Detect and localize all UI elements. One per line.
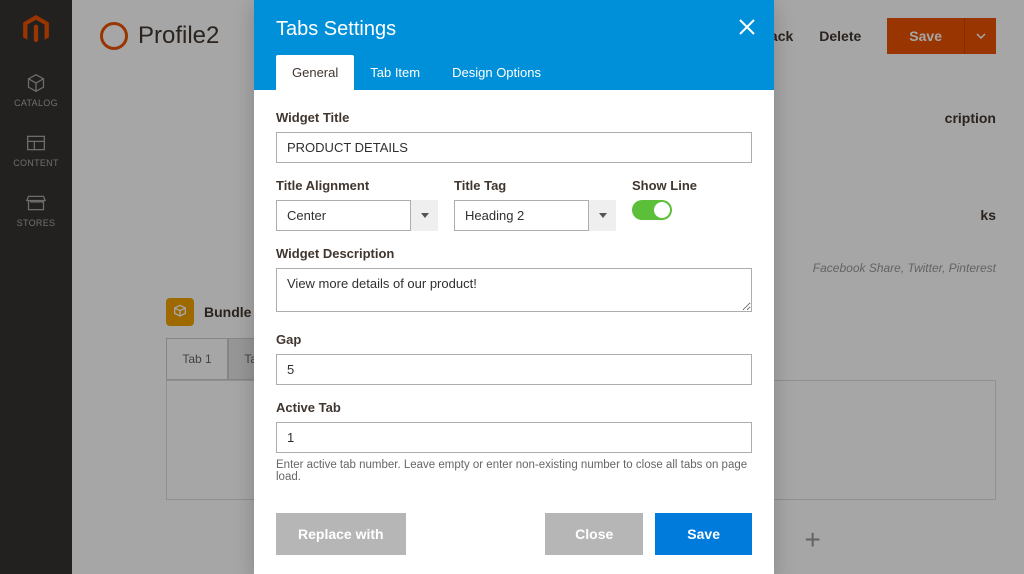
modal-tabs: General Tab Item Design Options	[276, 55, 752, 90]
title-tag-select[interactable]	[454, 200, 616, 231]
active-tab-input[interactable]	[276, 422, 752, 453]
modal-tab-design[interactable]: Design Options	[436, 55, 557, 90]
widget-title-label: Widget Title	[276, 110, 752, 125]
modal-footer: Replace with Close Save	[254, 499, 774, 574]
close-button[interactable]: Close	[545, 513, 643, 555]
modal-header: Tabs Settings General Tab Item Design Op…	[254, 0, 774, 90]
title-alignment-select[interactable]	[276, 200, 438, 231]
tabs-settings-modal: Tabs Settings General Tab Item Design Op…	[254, 0, 774, 574]
replace-with-button[interactable]: Replace with	[276, 513, 406, 555]
gap-input[interactable]	[276, 354, 752, 385]
active-tab-label: Active Tab	[276, 400, 752, 415]
gap-label: Gap	[276, 332, 752, 347]
modal-close-button[interactable]	[738, 18, 756, 41]
widget-title-input[interactable]	[276, 132, 752, 163]
show-line-toggle[interactable]	[632, 200, 672, 220]
modal-tab-general[interactable]: General	[276, 55, 354, 90]
modal-tab-item[interactable]: Tab Item	[354, 55, 436, 90]
close-icon	[738, 18, 756, 36]
save-button[interactable]: Save	[655, 513, 752, 555]
widget-description-label: Widget Description	[276, 246, 752, 261]
title-alignment-label: Title Alignment	[276, 178, 438, 193]
active-tab-help: Enter active tab number. Leave empty or …	[276, 459, 752, 483]
show-line-label: Show Line	[632, 178, 752, 193]
title-tag-label: Title Tag	[454, 178, 616, 193]
modal-title: Tabs Settings	[276, 18, 752, 41]
widget-description-textarea[interactable]	[276, 268, 752, 312]
modal-body: Widget Title Title Alignment Title Tag	[254, 90, 774, 499]
